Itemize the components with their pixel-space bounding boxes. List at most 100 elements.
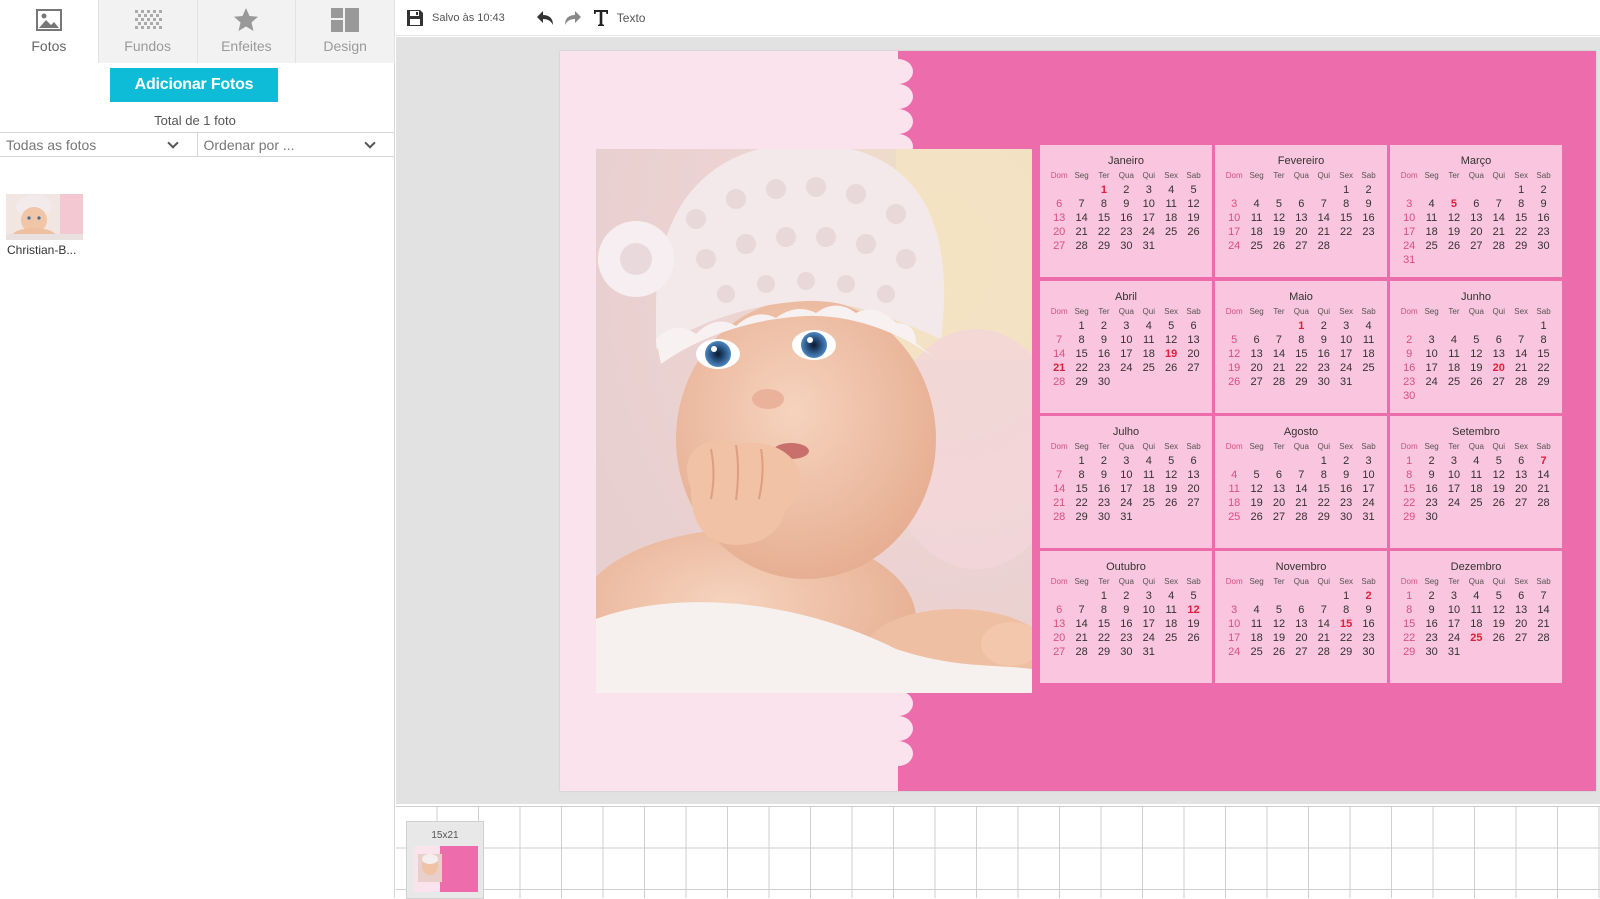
calendar-day: 8 — [1343, 604, 1350, 616]
calendar-day: 6 — [1275, 469, 1283, 481]
calendar-day: 31 — [1362, 511, 1375, 523]
calendar-day: 16 — [1097, 348, 1111, 360]
page-strip: 15x21 — [396, 806, 1600, 899]
weekday-header: Qua — [1118, 577, 1134, 586]
add-photos-button[interactable]: Adicionar Fotos — [110, 68, 278, 102]
weekday-header: Sab — [1536, 442, 1551, 451]
calendar-day: 25 — [1142, 362, 1155, 374]
save-status: Salvo às 10:43 — [432, 11, 505, 24]
calendar-day: 10 — [1120, 334, 1133, 346]
calendar-day: 9 — [1123, 198, 1130, 210]
empty-day — [1070, 589, 1092, 603]
weekday-header: Sab — [1361, 307, 1376, 316]
calendar-day: 10 — [1425, 348, 1438, 360]
calendar-day: 27 — [1187, 362, 1200, 374]
calendar-day: 4 — [1168, 184, 1175, 196]
redo-icon[interactable] — [563, 9, 583, 27]
weekday-header: Sex — [1164, 171, 1179, 180]
calendar-day: 11 — [1250, 212, 1263, 224]
calendar-day: 17 — [1228, 226, 1241, 238]
tab-design-label: Design — [323, 38, 367, 54]
tab-fotos[interactable]: Fotos — [0, 0, 99, 63]
weekday-header: Ter — [1098, 171, 1110, 180]
calendar-day: 24 — [1228, 240, 1241, 252]
calendar-day: 7 — [1298, 469, 1305, 481]
calendar-day: 20 — [1470, 226, 1483, 238]
calendar-day: 27 — [1187, 497, 1200, 509]
weekday-header: Dom — [1050, 171, 1068, 180]
calendar-day: 24 — [1228, 646, 1241, 658]
text-icon[interactable] — [593, 9, 609, 27]
calendar-day: 6 — [1190, 320, 1197, 332]
calendar-day: 30 — [1120, 646, 1133, 658]
calendar-day: 30 — [1425, 646, 1438, 658]
empty-day — [1443, 183, 1465, 197]
empty-day — [1268, 589, 1290, 603]
calendar-day: 4 — [1473, 455, 1480, 467]
tab-enfeites[interactable]: Enfeites — [197, 0, 297, 63]
calendar-day: 16 — [1120, 212, 1133, 224]
calendar-day: 27 — [1470, 240, 1483, 252]
calendar-day: 19 — [1492, 618, 1505, 630]
calendar-day: 13 — [1187, 334, 1200, 346]
filter-select[interactable]: Todas as fotos — [0, 133, 197, 156]
calendar-day: 9 — [1428, 604, 1435, 616]
weekday-header: Sab — [1536, 171, 1551, 180]
weekday-header: Ter — [1273, 307, 1285, 316]
weekday-header: Qui — [1492, 307, 1505, 316]
month-name: Fevereiro — [1277, 155, 1325, 167]
calendar-day: 22 — [1340, 632, 1353, 644]
calendar-day: 21 — [1053, 362, 1066, 374]
weekday-header: Sab — [1361, 442, 1376, 451]
calendar-day: 12 — [1492, 604, 1505, 616]
empty-day — [1488, 183, 1510, 197]
calendar-day: 12 — [1470, 348, 1483, 360]
weekday-header: Sex — [1164, 577, 1179, 586]
text-tool-label[interactable]: Texto — [617, 11, 646, 25]
calendar-day: 2 — [1100, 455, 1108, 467]
calendar-day: 15 — [1515, 212, 1528, 224]
weekday-header: Dom — [1400, 307, 1418, 316]
calendar-day: 20 — [1492, 362, 1505, 374]
empty-day — [1268, 454, 1290, 468]
calendar-day: 17 — [1362, 483, 1375, 495]
calendar-day: 20 — [1187, 348, 1200, 360]
calendar-month: Fevereiro Dom Seg Ter Qua Qui Sex Sab 1 2 3 4 5 6 7 8 9 1… — [1215, 145, 1387, 277]
month-days-grid: Dom Seg Ter Qua Qui Sex Sab 1 2 3 4 5 6 7 8 9 10 11 12 13 14… — [1048, 576, 1212, 659]
calendar-month: Outubro Dom Seg Ter Qua Qui Sex Sab 1 2 3 4 5 6 7 8 9 10 1… — [1040, 551, 1212, 683]
calendar-day: 4 — [1253, 604, 1260, 616]
empty-day — [1245, 454, 1267, 468]
sort-select[interactable]: Ordenar por ... — [196, 133, 395, 156]
calendar-day: 19 — [1165, 348, 1178, 360]
calendar-day: 3 — [1406, 198, 1413, 210]
weekday-header: Sex — [1514, 442, 1529, 451]
calendar-day: 30 — [1120, 240, 1133, 252]
calendar-day: 26 — [1165, 497, 1178, 509]
weekday-header: Qua — [1293, 171, 1309, 180]
calendar-day: 25 — [1228, 511, 1241, 523]
filter-select-value: Todas as fotos — [6, 136, 97, 153]
weekday-header: Qui — [1142, 577, 1155, 586]
calendar-day: 18 — [1447, 362, 1461, 374]
undo-icon[interactable] — [535, 9, 555, 27]
empty-day — [1465, 183, 1487, 197]
weekday-header: Qua — [1118, 307, 1134, 316]
month-name: Maio — [1289, 291, 1313, 303]
calendar-day: 25 — [1250, 646, 1263, 658]
save-icon[interactable] — [406, 9, 424, 27]
calendar-canvas[interactable]: Janeiro Dom Seg Ter Qua Qui Sex Sab 1 2 3 4 5 6 7 8 9 10 1… — [560, 51, 1596, 791]
calendar-day: 23 — [1425, 497, 1438, 509]
tab-design[interactable]: Design — [296, 0, 395, 63]
baby-photo[interactable] — [596, 149, 1032, 693]
empty-day — [1048, 589, 1070, 603]
tab-fundos[interactable]: Fundos — [98, 0, 198, 63]
page-thumbnail[interactable]: 15x21 — [406, 821, 484, 899]
weekday-header: Seg — [1249, 577, 1264, 586]
calendar-day: 12 — [1165, 469, 1178, 481]
photo-thumbnail[interactable] — [6, 194, 83, 240]
calendar-day: 20 — [1250, 362, 1263, 374]
empty-day — [1268, 183, 1290, 197]
calendar-day: 8 — [1343, 198, 1350, 210]
calendar-day: 23 — [1362, 632, 1375, 644]
month-name: Outubro — [1106, 561, 1146, 573]
